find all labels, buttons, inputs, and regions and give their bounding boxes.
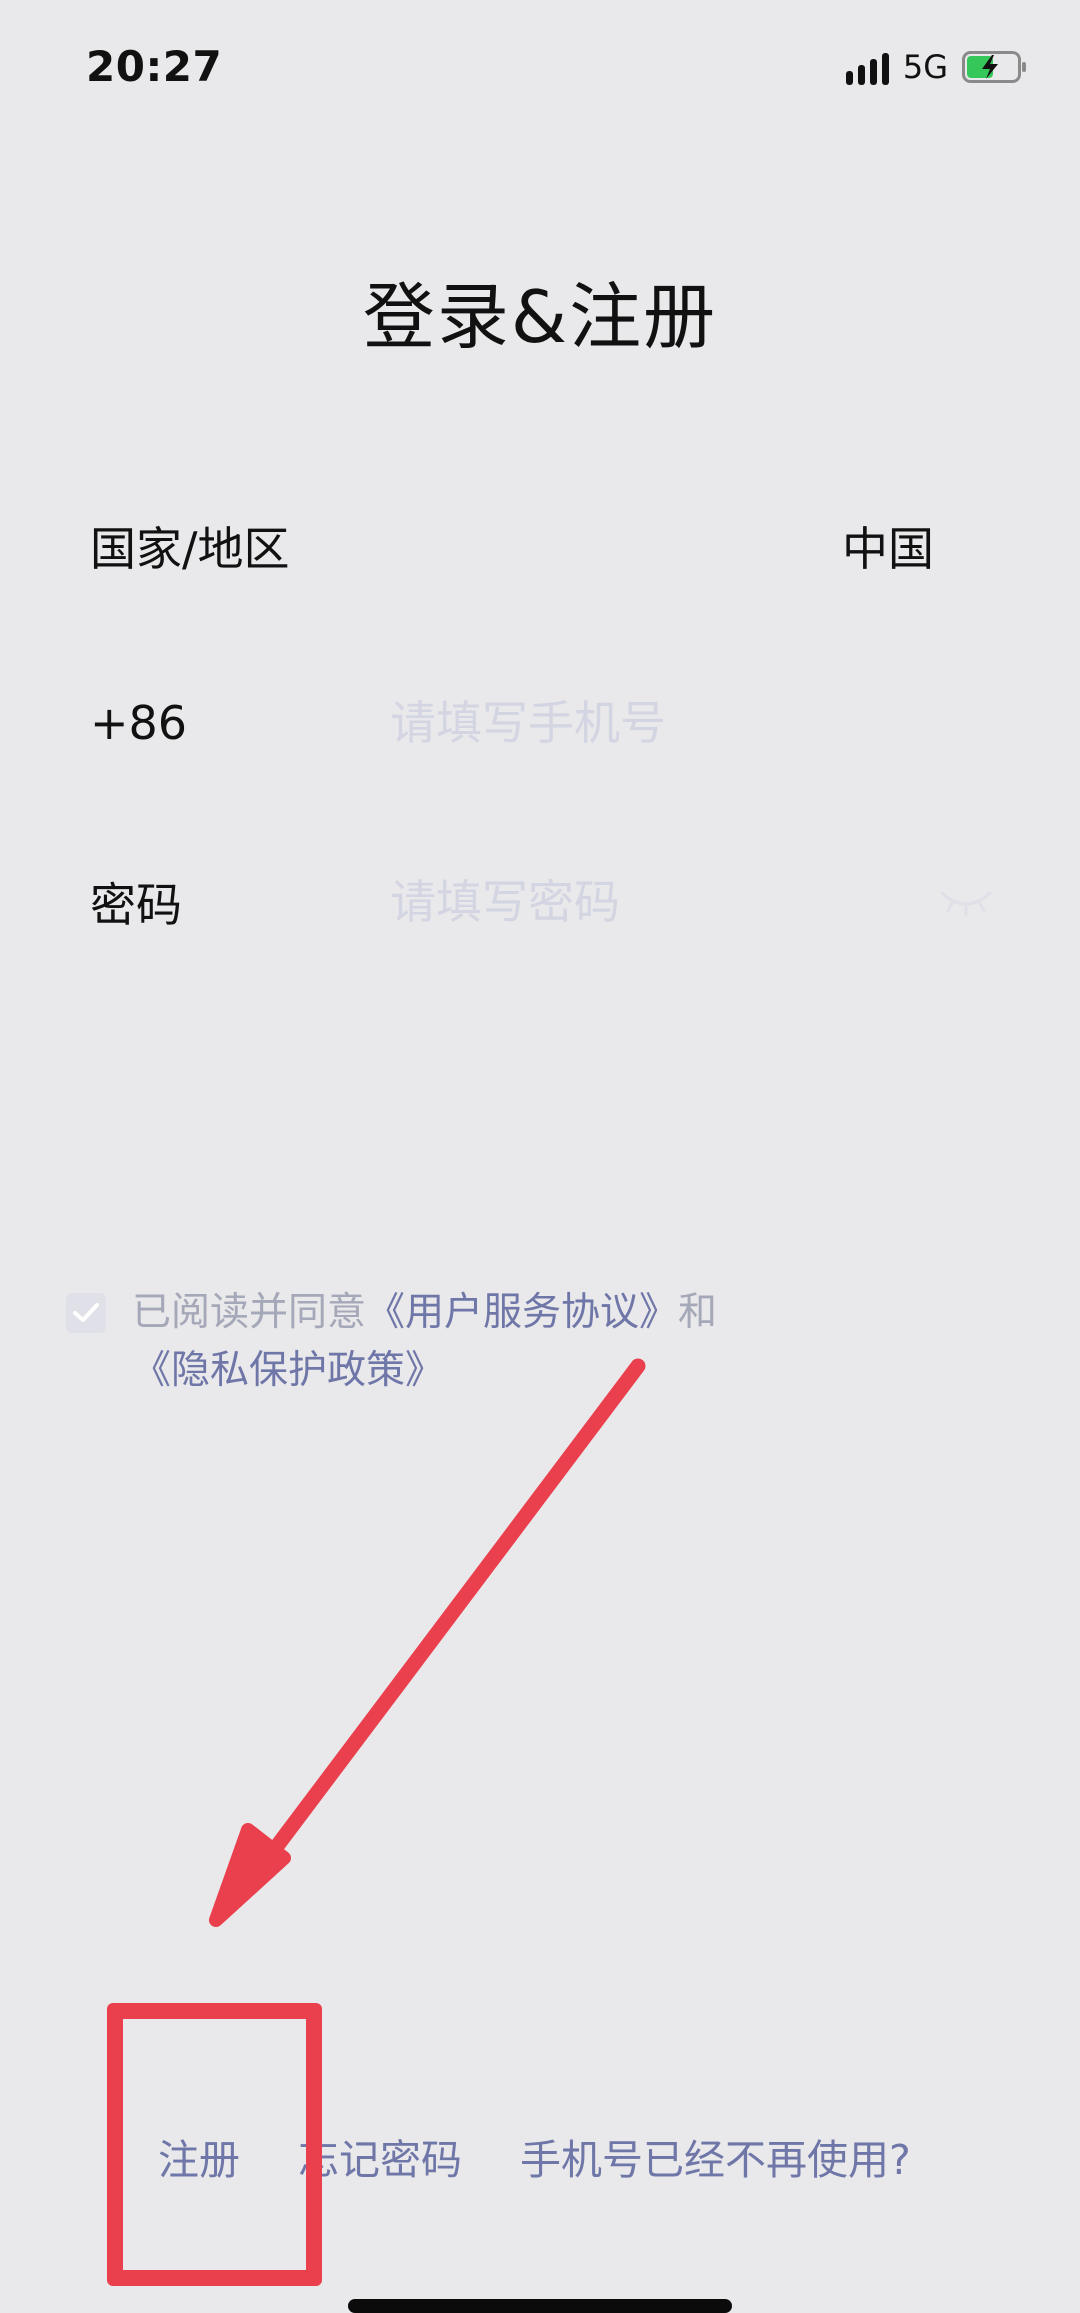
password-input[interactable]: [390, 862, 910, 942]
phone-row: +86: [0, 663, 1080, 783]
phone-input[interactable]: [390, 683, 910, 763]
page-title: 登录&注册: [362, 275, 718, 359]
region-label: 国家/地区: [90, 522, 290, 576]
signal-icon: [845, 49, 889, 85]
checkmark-icon: [73, 1303, 99, 1322]
agreement-text: 已阅读并同意《用户服务协议》和《隐私保护政策》: [132, 1284, 1016, 1400]
phone-unused-link[interactable]: 手机号已经不再使用?: [520, 2126, 911, 2186]
password-label: 密码: [90, 878, 182, 932]
country-code-label[interactable]: +86: [90, 696, 187, 750]
service-agreement-link[interactable]: 《用户服务协议》: [366, 1290, 678, 1335]
eye-closed-icon[interactable]: [938, 887, 994, 917]
region-row[interactable]: 国家/地区 中国: [0, 486, 1080, 606]
battery-icon: [962, 51, 1026, 83]
agreement-and: 和: [678, 1290, 718, 1335]
agreement-prefix: 已阅读并同意: [132, 1290, 367, 1335]
status-time: 20:27: [86, 42, 223, 91]
annotation-highlight-box: [107, 2003, 322, 2286]
privacy-policy-link[interactable]: 《隐私保护政策》: [132, 1348, 444, 1393]
forgot-password-link[interactable]: 忘记密码: [298, 2126, 462, 2186]
status-indicators: 5G: [845, 48, 1028, 86]
agreement-checkbox[interactable]: [66, 1293, 106, 1333]
network-label: 5G: [902, 48, 948, 86]
password-row: 密码: [0, 842, 1080, 962]
region-value: 中国: [842, 522, 934, 576]
agreement: 已阅读并同意《用户服务协议》和《隐私保护政策》: [66, 1284, 1016, 1400]
